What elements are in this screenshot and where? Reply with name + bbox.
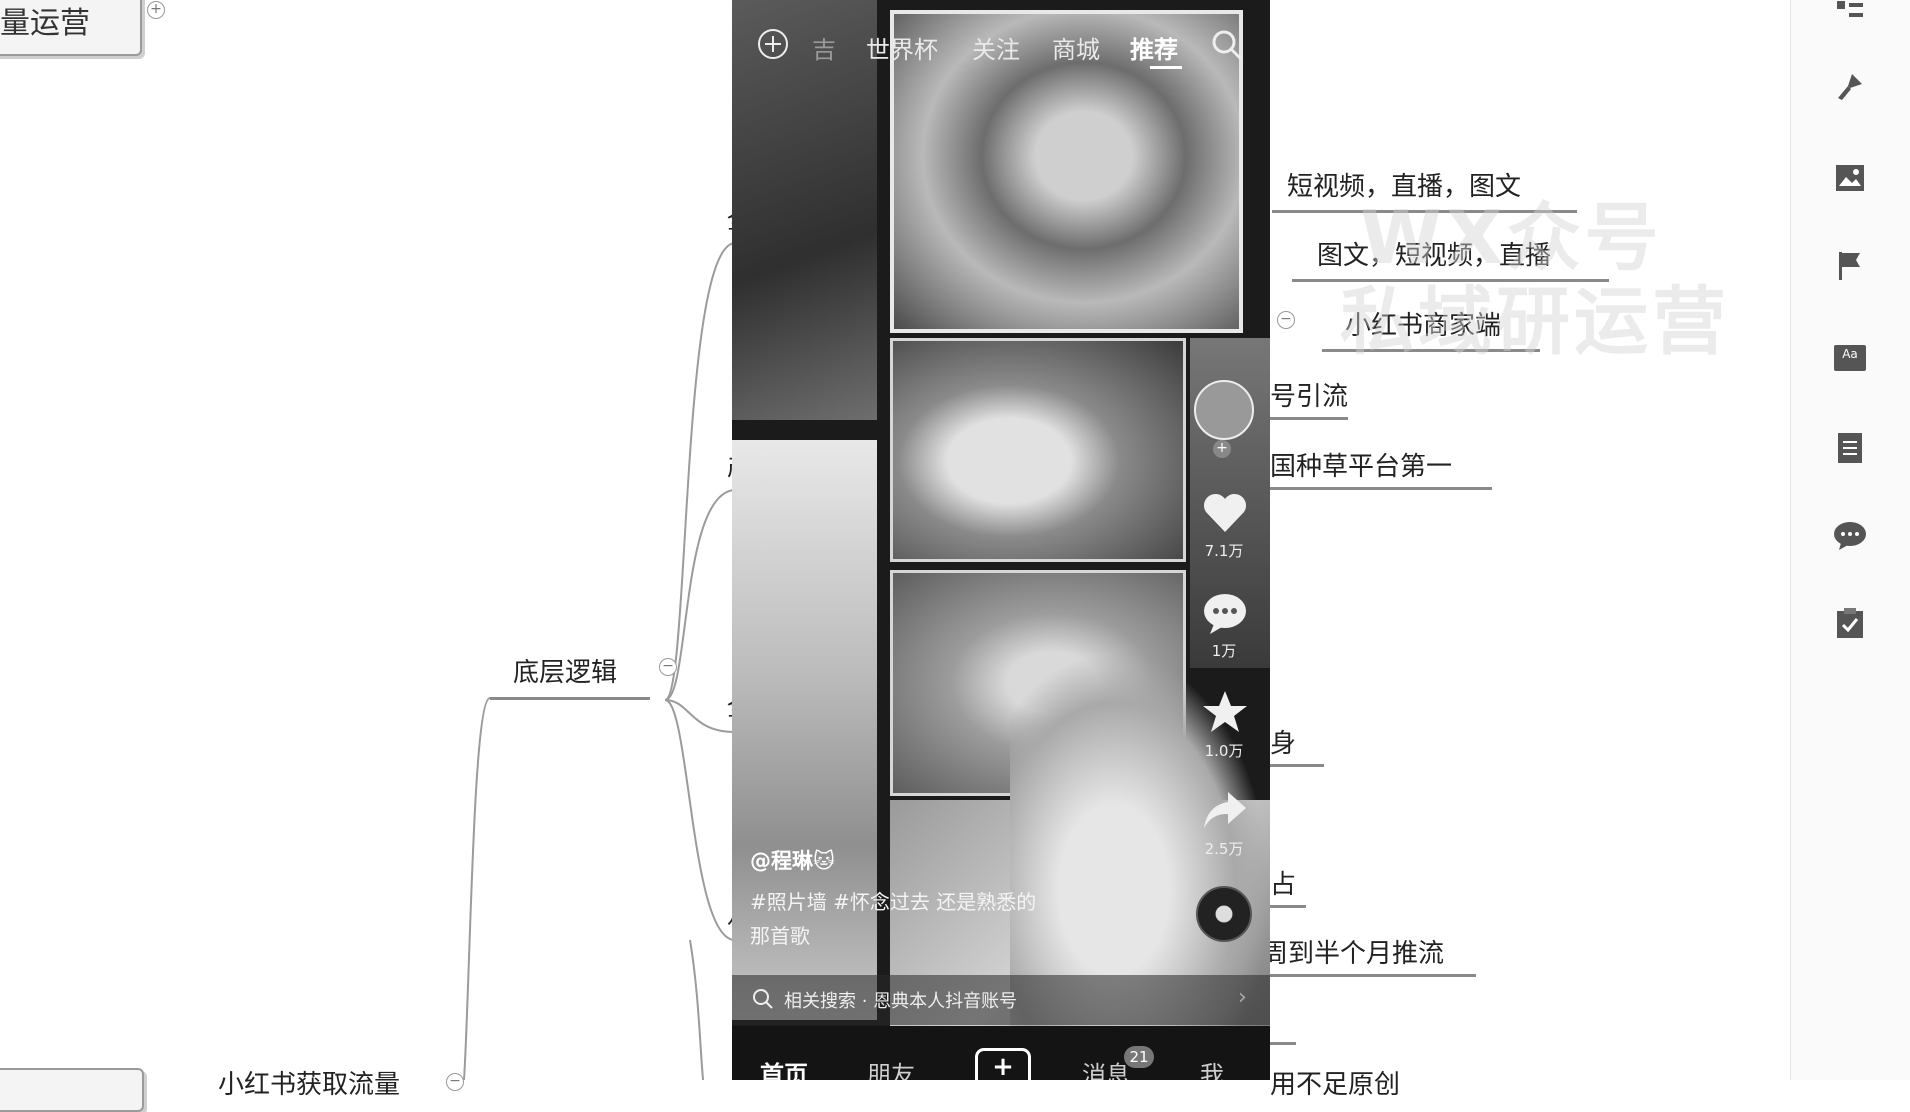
connector-root-to-central bbox=[462, 697, 491, 1080]
tab-recommended[interactable]: 推荐 bbox=[1130, 30, 1178, 65]
style-icon-label: Aa bbox=[1834, 345, 1866, 371]
flag-icon[interactable] bbox=[1832, 248, 1868, 284]
photo-tile bbox=[890, 338, 1186, 562]
connector-right-to-bottom bbox=[689, 939, 704, 1080]
active-tab-indicator bbox=[1150, 66, 1182, 69]
tab-mall[interactable]: 商城 bbox=[1052, 30, 1100, 65]
connector-central-to-lower bbox=[664, 699, 736, 941]
search-icon[interactable] bbox=[1210, 28, 1244, 62]
watermark-line2: 私域研运营 bbox=[1340, 279, 1730, 365]
follow-plus-icon[interactable]: + bbox=[1213, 440, 1231, 458]
plus-icon: + bbox=[992, 1052, 1014, 1080]
tab-partial[interactable]: 吉 bbox=[812, 30, 836, 65]
task-icon[interactable] bbox=[1832, 605, 1868, 641]
mindmap-node-right[interactable]: 国种草平台第一 bbox=[1270, 446, 1452, 483]
note-icon[interactable] bbox=[1832, 430, 1868, 466]
author-name[interactable]: @程琳🐱 bbox=[750, 845, 835, 875]
comment-icon[interactable] bbox=[1832, 518, 1868, 554]
create-button[interactable]: + bbox=[975, 1048, 1031, 1080]
tab-messages[interactable]: 消息 bbox=[1082, 1055, 1130, 1080]
tab-me[interactable]: 我 bbox=[1200, 1055, 1224, 1080]
related-search-bar[interactable]: 相关搜索 · 恩典本人抖音账号 › bbox=[732, 975, 1270, 1025]
style-icon[interactable]: Aa bbox=[1832, 340, 1868, 376]
node-underline bbox=[1262, 974, 1476, 977]
node-underline bbox=[1270, 1042, 1296, 1045]
mindmap-node-right[interactable]: 占 bbox=[1270, 864, 1296, 901]
favorite-icon[interactable] bbox=[1200, 688, 1250, 736]
collapse-toggle[interactable]: − bbox=[1277, 311, 1295, 329]
node-underline bbox=[1270, 417, 1348, 420]
tab-following[interactable]: 关注 bbox=[972, 30, 1020, 65]
related-search-text: 相关搜索 · 恩典本人抖音账号 bbox=[784, 991, 1018, 1012]
image-icon[interactable] bbox=[1832, 160, 1868, 196]
comment-count: 1万 bbox=[1211, 642, 1237, 660]
connector-central-to-top bbox=[664, 242, 736, 701]
node-underline bbox=[1270, 487, 1492, 490]
mindmap-node-right[interactable]: 周到半个月推流 bbox=[1262, 933, 1444, 970]
collapse-toggle[interactable]: − bbox=[659, 658, 677, 676]
chevron-right-icon: › bbox=[1238, 985, 1247, 1010]
mindmap-node-right[interactable]: 号引流 bbox=[1270, 376, 1348, 413]
mindmap-node-bottom-box[interactable] bbox=[0, 1068, 144, 1112]
like-icon[interactable] bbox=[1200, 490, 1250, 536]
video-caption: #照片墙 #怀念过去 还是熟悉的那首歌 bbox=[750, 890, 1037, 948]
mindmap-node-right[interactable]: 身 bbox=[1270, 723, 1296, 760]
search-icon bbox=[752, 988, 774, 1014]
node-underline bbox=[1270, 764, 1324, 767]
music-disc-icon[interactable] bbox=[1196, 886, 1252, 942]
add-icon[interactable] bbox=[757, 28, 789, 60]
share-icon[interactable] bbox=[1200, 788, 1250, 834]
outline-icon[interactable] bbox=[1832, 0, 1868, 30]
photo-tile bbox=[732, 0, 877, 420]
format-painter-icon[interactable] bbox=[1832, 68, 1868, 104]
node-underline bbox=[490, 697, 650, 700]
mindmap-node-central[interactable]: 底层逻辑 bbox=[513, 652, 617, 689]
mindmap-node-right[interactable]: 用不足原创 bbox=[1270, 1064, 1400, 1101]
favorite-count: 1.0万 bbox=[1204, 742, 1244, 760]
author-avatar[interactable] bbox=[1194, 380, 1254, 440]
mindmap-node-bottom[interactable]: 小红书获取流量 bbox=[218, 1064, 400, 1101]
like-count: 7.1万 bbox=[1204, 542, 1244, 560]
tab-world-cup[interactable]: 世界杯 bbox=[866, 30, 938, 65]
phone-video-overlay[interactable]: 吉 世界杯 关注 商城 推荐 + 7.1万 1万 1.0万 2.5万 @程琳🐱 … bbox=[732, 0, 1270, 1080]
comment-icon[interactable] bbox=[1200, 590, 1250, 636]
collapse-toggle[interactable]: − bbox=[446, 1073, 464, 1091]
node-underline bbox=[1270, 905, 1306, 908]
share-count: 2.5万 bbox=[1204, 840, 1244, 858]
tab-friends[interactable]: 朋友 bbox=[867, 1055, 915, 1080]
message-badge: 21 bbox=[1124, 1046, 1154, 1068]
tab-home[interactable]: 首页 bbox=[760, 1055, 808, 1080]
right-toolbar: Aa bbox=[1790, 0, 1910, 1080]
